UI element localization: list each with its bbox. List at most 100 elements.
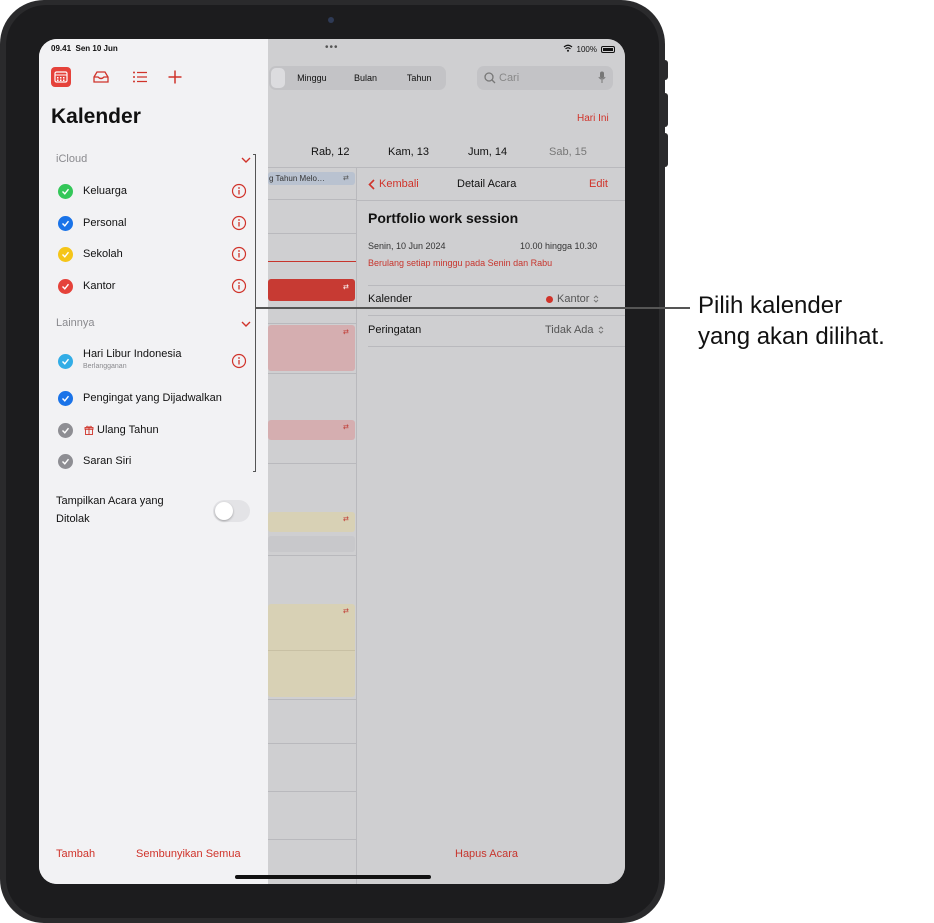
event-block[interactable]	[268, 279, 355, 301]
sync-icon: ⇄	[343, 284, 349, 291]
hour-line	[268, 199, 356, 200]
detail-divider	[368, 346, 625, 347]
hide-all-button[interactable]: Sembunyikan Semua	[136, 848, 241, 860]
add-icon[interactable]	[165, 67, 185, 87]
view-switcher-selected[interactable]	[271, 68, 285, 88]
check-icon[interactable]	[58, 391, 73, 406]
edit-button[interactable]: Edit	[589, 178, 608, 190]
calendar-name: Keluarga	[83, 185, 128, 197]
search-icon	[484, 72, 496, 84]
check-icon[interactable]	[58, 279, 73, 294]
back-button[interactable]: Kembali	[368, 178, 419, 190]
info-icon[interactable]	[231, 183, 247, 199]
event-date: Senin, 10 Jun 2024	[368, 241, 446, 251]
hour-line	[268, 555, 356, 556]
hour-line	[268, 323, 356, 324]
calendar-row-value[interactable]: Kantor	[546, 293, 599, 305]
list-icon[interactable]	[130, 67, 150, 87]
check-icon[interactable]	[58, 247, 73, 262]
calendar-item-siri-suggestions[interactable]: Saran Siri	[39, 447, 268, 475]
show-declined-toggle[interactable]	[213, 500, 250, 522]
calendar-item-hari-libur[interactable]: Hari Libur Indonesia Berlangganan	[39, 345, 268, 377]
calendar-value: Kantor	[557, 293, 590, 305]
battery-percent: 100%	[576, 44, 597, 54]
day-header-fri[interactable]: Jum, 14	[468, 146, 507, 158]
event-repeat-rule: Berulang setiap minggu pada Senin dan Ra…	[368, 258, 553, 268]
detail-divider	[368, 315, 625, 316]
info-icon[interactable]	[231, 278, 247, 294]
callout-leader-line	[256, 307, 690, 309]
allday-event-label: g Tahun Melo…	[269, 174, 325, 183]
calendar-name: Personal	[83, 217, 127, 229]
check-icon[interactable]	[58, 216, 73, 231]
day-header-sat[interactable]: Sab, 15	[549, 146, 587, 158]
inbox-icon[interactable]	[91, 67, 111, 87]
info-icon[interactable]	[231, 215, 247, 231]
hour-line	[268, 233, 356, 234]
delete-event-button[interactable]: Hapus Acara	[455, 848, 518, 860]
calendars-button[interactable]	[51, 67, 71, 87]
battery-icon	[601, 45, 615, 53]
today-button[interactable]: Hari Ini	[577, 113, 609, 124]
view-month[interactable]: Bulan	[339, 73, 393, 83]
status-clock: 09.41 Sen 10 Jun	[51, 44, 118, 53]
info-icon[interactable]	[231, 246, 247, 262]
sync-icon: ⇄	[343, 329, 349, 336]
calendar-item-kantor[interactable]: Kantor	[39, 272, 268, 300]
event-title: Portfolio work session	[368, 210, 519, 226]
info-icon[interactable]	[231, 353, 247, 369]
sync-icon: ⇄	[343, 608, 349, 615]
event-block[interactable]	[268, 325, 355, 371]
home-indicator[interactable]	[235, 875, 431, 879]
wifi-icon	[563, 44, 573, 54]
microphone-icon[interactable]	[598, 71, 606, 84]
sync-icon: ⇄	[343, 424, 349, 431]
calendar-item-keluarga[interactable]: Keluarga	[39, 177, 268, 205]
calendar-item-birthdays[interactable]: Ulang Tahun	[39, 416, 268, 444]
check-icon[interactable]	[58, 454, 73, 469]
back-label: Kembali	[379, 178, 419, 190]
event-block[interactable]	[268, 512, 355, 532]
check-icon[interactable]	[58, 184, 73, 199]
detail-header-title: Detail Acara	[457, 178, 517, 190]
calendar-name: Pengingat yang Dijadwalkan	[83, 392, 222, 404]
callout-bracket	[253, 154, 256, 472]
calendar-name: Hari Libur Indonesia	[83, 348, 182, 360]
alert-row-value[interactable]: Tidak Ada	[545, 324, 604, 336]
event-time: 10.00 hingga 10.30	[520, 241, 598, 251]
column-divider	[356, 167, 357, 884]
calendar-item-personal[interactable]: Personal	[39, 209, 268, 237]
day-header-thu[interactable]: Kam, 13	[388, 146, 429, 158]
status-time: 09.41	[51, 44, 72, 53]
calendar-item-scheduled-reminders[interactable]: Pengingat yang Dijadwalkan	[39, 384, 268, 412]
calendar-item-sekolah[interactable]: Sekolah	[39, 240, 268, 268]
sync-icon: ⇄	[343, 175, 349, 182]
check-icon[interactable]	[58, 354, 73, 369]
calendar-name: Ulang Tahun	[97, 424, 159, 436]
ipad-screen: ••• 100% Minggu Bulan Tahun Cari Hari In…	[39, 39, 625, 884]
sync-icon: ⇄	[343, 516, 349, 523]
day-header-wed[interactable]: Rab, 12	[311, 146, 350, 158]
calendar-color-dot	[546, 295, 553, 303]
event-block[interactable]	[268, 420, 355, 440]
header-divider	[268, 167, 625, 168]
chevron-down-icon[interactable]	[240, 320, 252, 328]
status-date: Sen 10 Jun	[75, 44, 118, 53]
search-field[interactable]: Cari	[477, 66, 613, 90]
detail-divider	[368, 285, 625, 286]
chevron-updown-icon	[594, 295, 599, 303]
calendar-grid-icon	[54, 71, 68, 83]
chevron-down-icon[interactable]	[240, 156, 252, 164]
status-indicators: 100%	[563, 44, 615, 54]
section-other: Lainnya	[56, 317, 95, 329]
sidebar-title: Kalender	[51, 105, 141, 128]
event-block[interactable]	[268, 536, 355, 552]
add-calendar-button[interactable]: Tambah	[56, 848, 95, 860]
view-year[interactable]: Tahun	[392, 73, 446, 83]
gift-icon	[84, 425, 94, 435]
view-week[interactable]: Minggu	[285, 73, 339, 83]
check-icon[interactable]	[58, 423, 73, 438]
multitasking-dots[interactable]: •••	[325, 42, 339, 53]
calendar-row-label: Kalender	[368, 293, 413, 305]
calendar-list-sidebar: 09.41 Sen 10 Jun Kalender iCloud Keluarg…	[39, 39, 268, 884]
